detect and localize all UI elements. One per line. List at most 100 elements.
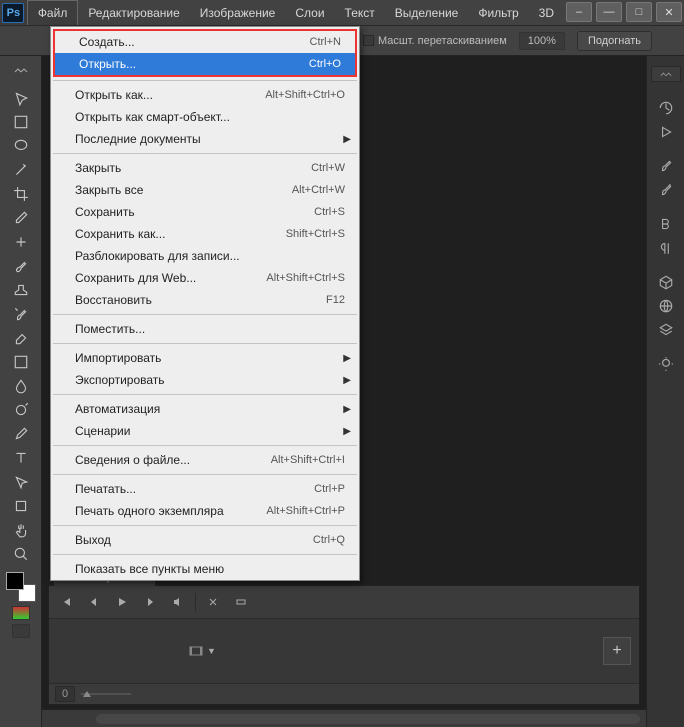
menu-item-label: Автоматизация [75, 402, 345, 416]
menu-item-сохранить-как-[interactable]: Сохранить как...Shift+Ctrl+S [51, 223, 359, 245]
move-tool[interactable] [8, 86, 34, 110]
brush-props-panel-icon[interactable] [654, 178, 678, 202]
checkbox-icon [363, 35, 374, 46]
type-tool[interactable] [8, 446, 34, 470]
menu-item-shortcut: Ctrl+N [310, 36, 341, 48]
hand-tool[interactable] [8, 518, 34, 542]
horizontal-scrollbar[interactable] [42, 709, 646, 727]
menu-item-закрыть[interactable]: ЗакрытьCtrl+W [51, 157, 359, 179]
workspace-minimize-button[interactable]: – [566, 2, 592, 22]
crop-tool[interactable] [8, 182, 34, 206]
char-panel-icon[interactable] [654, 212, 678, 236]
menu-item-label: Показать все пункты меню [75, 562, 345, 576]
dodge-tool[interactable] [8, 398, 34, 422]
add-track-button[interactable]: + [603, 637, 631, 665]
pen-tool[interactable] [8, 422, 34, 446]
menu-item-автоматизация[interactable]: Автоматизация▶ [51, 398, 359, 420]
menu-item-открыть-[interactable]: Открыть...Ctrl+O [55, 53, 355, 75]
history-panel-icon[interactable] [654, 96, 678, 120]
expand-panels-icon[interactable] [651, 66, 681, 82]
sphere-panel-icon[interactable] [654, 294, 678, 318]
brush-tool[interactable] [8, 254, 34, 278]
collapse-toolbar-icon[interactable] [8, 62, 34, 86]
healing-tool[interactable] [8, 230, 34, 254]
menu-текст[interactable]: Текст [335, 0, 385, 25]
magic-wand-tool[interactable] [8, 158, 34, 182]
menu-редактирование[interactable]: Редактирование [78, 0, 189, 25]
menu-item-импортировать[interactable]: Импортировать▶ [51, 347, 359, 369]
menu-item-создать-[interactable]: Создать...Ctrl+N [55, 31, 355, 53]
close-button[interactable]: ✕ [656, 2, 682, 22]
quick-mask-toggle[interactable] [12, 606, 30, 620]
menu-изображение[interactable]: Изображение [190, 0, 286, 25]
zoom-tool[interactable] [8, 542, 34, 566]
menu-item-shortcut: Ctrl+S [314, 206, 345, 218]
menu-item-label: Открыть... [79, 57, 309, 71]
color-swatch[interactable] [6, 572, 36, 602]
foreground-color-swatch[interactable] [6, 572, 24, 590]
menu-item-label: Экспортировать [75, 373, 345, 387]
menu-item-открыть-как-[interactable]: Открыть как...Alt+Shift+Ctrl+O [51, 84, 359, 106]
split-clip-button[interactable] [202, 592, 224, 612]
menu-item-открыть-как-смарт-объект-[interactable]: Открыть как смарт-объект... [51, 106, 359, 128]
menu-файл[interactable]: Файл [27, 0, 79, 25]
menu-item-label: Открыть как смарт-объект... [75, 110, 345, 124]
menu-item-закрыть-все[interactable]: Закрыть всеAlt+Ctrl+W [51, 179, 359, 201]
add-media-icon[interactable]: ▼ [189, 644, 216, 658]
maximize-button[interactable]: □ [626, 2, 652, 22]
eyedropper-tool[interactable] [8, 206, 34, 230]
path-select-tool[interactable] [8, 470, 34, 494]
rectangle-tool[interactable] [8, 494, 34, 518]
menu-item-разблокировать-для-записи-[interactable]: Разблокировать для записи... [51, 245, 359, 267]
eraser-tool[interactable] [8, 326, 34, 350]
next-frame-button[interactable] [139, 592, 161, 612]
menu-item-сохранить[interactable]: СохранитьCtrl+S [51, 201, 359, 223]
screen-mode-toggle[interactable] [12, 624, 30, 638]
para-panel-icon[interactable] [654, 236, 678, 260]
menu-item-label: Сведения о файле... [75, 453, 271, 467]
menu-item-label: Сохранить как... [75, 227, 286, 241]
audio-mute-button[interactable] [167, 592, 189, 612]
menu-item-сохранить-для-web-[interactable]: Сохранить для Web...Alt+Shift+Ctrl+S [51, 267, 359, 289]
stamp-tool[interactable] [8, 278, 34, 302]
zoom-value-field[interactable]: 100% [519, 32, 565, 50]
menu-item-shortcut: Ctrl+O [309, 58, 341, 70]
menu-item-восстановить[interactable]: ВосстановитьF12 [51, 289, 359, 311]
menu-item-сведения-о-файле-[interactable]: Сведения о файле...Alt+Shift+Ctrl+I [51, 449, 359, 471]
ps-logo-icon: Ps [2, 3, 24, 23]
play-button[interactable] [111, 592, 133, 612]
cube-panel-icon[interactable] [654, 270, 678, 294]
prev-frame-button[interactable] [83, 592, 105, 612]
brush-preset-panel-icon[interactable] [654, 154, 678, 178]
marquee-tool[interactable] [8, 110, 34, 134]
history-brush-tool[interactable] [8, 302, 34, 326]
menu-item-печать-одного-экземпляра[interactable]: Печать одного экземпляраAlt+Shift+Ctrl+P [51, 500, 359, 522]
light-panel-icon[interactable] [654, 352, 678, 376]
timeline-track[interactable]: ▼ + [49, 618, 639, 684]
layers-panel-icon[interactable] [654, 318, 678, 342]
timeline-zoom-slider[interactable] [81, 689, 131, 699]
menu-выделение[interactable]: Выделение [385, 0, 469, 25]
gradient-tool[interactable] [8, 350, 34, 374]
fit-screen-button[interactable]: Подогнать [577, 31, 652, 51]
lasso-tool[interactable] [8, 134, 34, 158]
menu-item-экспортировать[interactable]: Экспортировать▶ [51, 369, 359, 391]
scrubby-zoom-label: Масшт. перетаскиванием [378, 35, 507, 47]
blur-tool[interactable] [8, 374, 34, 398]
menu-фильтр[interactable]: Фильтр [468, 0, 528, 25]
menu-item-выход[interactable]: ВыходCtrl+Q [51, 529, 359, 551]
menu-слои[interactable]: Слои [285, 0, 334, 25]
menu-item-последние-документы[interactable]: Последние документы▶ [51, 128, 359, 150]
goto-first-frame-button[interactable] [55, 592, 77, 612]
menu-3d[interactable]: 3D [529, 0, 564, 25]
submenu-arrow-icon: ▶ [343, 353, 351, 364]
menu-item-shortcut: Alt+Shift+Ctrl+S [266, 272, 345, 284]
menu-item-показать-все-пункты-меню[interactable]: Показать все пункты меню [51, 558, 359, 580]
transition-button[interactable] [230, 592, 252, 612]
menu-item-печатать-[interactable]: Печатать...Ctrl+P [51, 478, 359, 500]
minimize-button[interactable]: — [596, 2, 622, 22]
menu-item-сценарии[interactable]: Сценарии▶ [51, 420, 359, 442]
menu-item-поместить-[interactable]: Поместить... [51, 318, 359, 340]
play-panel-icon[interactable] [654, 120, 678, 144]
scrubby-zoom-checkbox[interactable]: Масшт. перетаскиванием [363, 35, 507, 47]
